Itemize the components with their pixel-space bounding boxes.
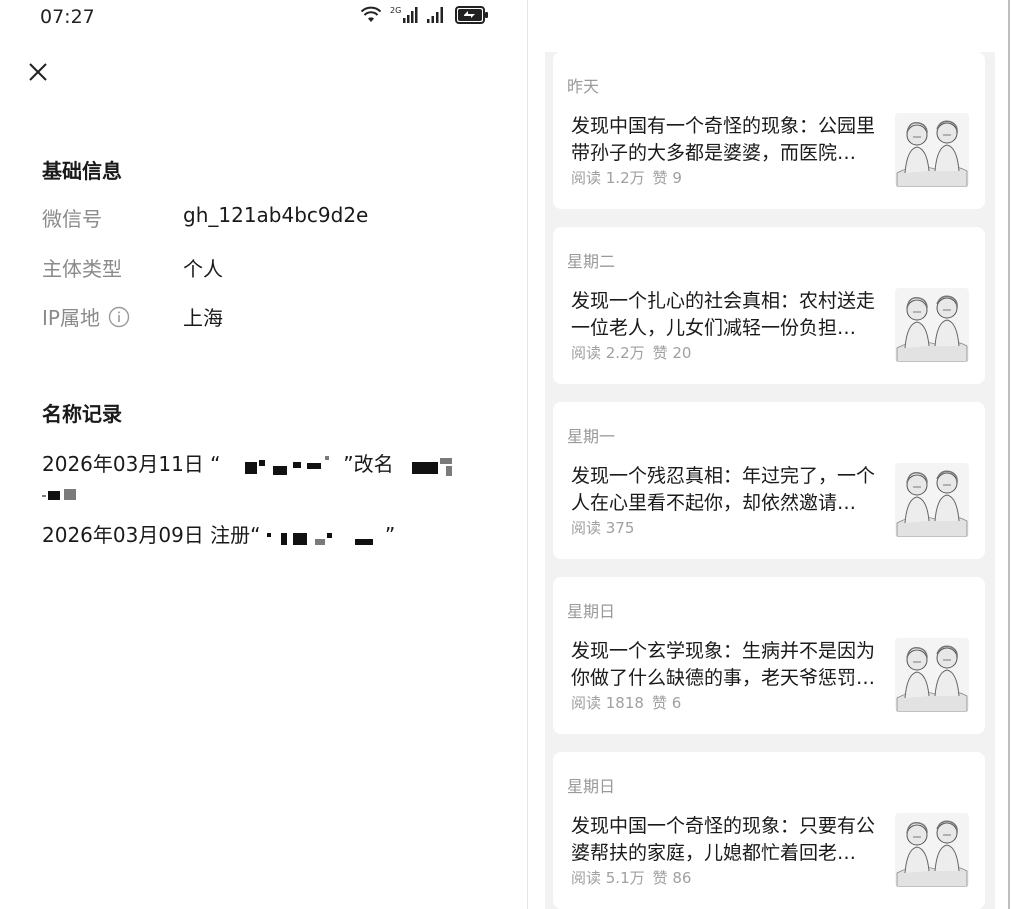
ip-location-label: IP属地: [42, 306, 100, 330]
article-card[interactable]: 星期二 发现一个扎心的社会真相：农村送走一位老人，儿女们减轻一份负担… 阅读 2…: [553, 227, 985, 384]
article-date: 星期日: [567, 777, 616, 796]
battery-saver-icon: [455, 6, 489, 24]
record-register-prefix: 2026年03月09日 注册“: [42, 523, 261, 547]
redacted-register-name: [266, 527, 385, 547]
ip-location-label-wrap: IP属地: [42, 302, 130, 331]
article-card[interactable]: 星期一 发现一个残忍真相：年过完了，一个人在心里看不起你，却依然邀请… 阅读 3…: [553, 402, 985, 559]
article-thumbnail[interactable]: [895, 463, 969, 537]
article-date: 星期一: [567, 427, 616, 446]
article-title[interactable]: 发现一个残忍真相：年过完了，一个人在心里看不起你，却依然邀请…: [571, 463, 883, 517]
article-date: 昨天: [567, 77, 600, 96]
article-title[interactable]: 发现一个扎心的社会真相：农村送走一位老人，儿女们减轻一份负担…: [571, 288, 883, 342]
signal-2g-icon: 2G: [390, 7, 419, 23]
elderly-couple-illustration-icon: [895, 288, 969, 362]
elderly-couple-illustration-icon: [895, 113, 969, 187]
article-card[interactable]: 星期日 发现一个玄学现象：生病并不是因为你做了什么缺德的事，老天爷惩罚… 阅读 …: [553, 577, 985, 734]
article-title[interactable]: 发现中国一个奇怪的现象：只要有公婆帮扶的家庭，儿媳都忙着回老…: [571, 813, 883, 867]
basic-info-title: 基础信息: [42, 159, 122, 183]
article-card[interactable]: 昨天 发现中国有一个奇怪的现象：公园里带孙子的大多都是婆婆，而医院… 阅读 1.…: [553, 52, 985, 209]
record-rename-prefix: 2026年03月11日 “: [42, 452, 221, 476]
article-stats: 阅读 2.2万赞 20: [571, 342, 691, 363]
article-reads: 阅读 375: [571, 519, 635, 537]
article-thumbnail[interactable]: [895, 638, 969, 712]
ip-location-value: 上海: [183, 306, 223, 330]
name-records-title: 名称记录: [42, 402, 122, 426]
record-rename-middle: ”改名: [343, 452, 394, 476]
close-button[interactable]: [24, 58, 52, 86]
redacted-new-name: [400, 456, 460, 476]
network-type-label: 2G: [390, 6, 402, 15]
elderly-couple-illustration-icon: [895, 813, 969, 887]
article-stats: 阅读 1818 赞 6: [571, 692, 681, 713]
wechat-id-label: 微信号: [42, 207, 102, 231]
elderly-couple-illustration-icon: [895, 638, 969, 712]
entity-type-label: 主体类型: [42, 257, 122, 281]
article-title[interactable]: 发现一个玄学现象：生病并不是因为你做了什么缺德的事，老天爷惩罚…: [571, 638, 883, 692]
article-date: 星期二: [567, 252, 616, 271]
right-edge-border: [1008, 0, 1010, 909]
article-title[interactable]: 发现中国有一个奇怪的现象：公园里带孙子的大多都是婆婆，而医院…: [571, 113, 883, 167]
article-reads: 阅读 2.2万: [571, 344, 645, 362]
entity-type-row: 主体类型 个人: [42, 253, 502, 281]
article-card[interactable]: 星期日 发现中国一个奇怪的现象：只要有公婆帮扶的家庭，儿媳都忙着回老… 阅读 5…: [553, 752, 985, 909]
redacted-old-name: [227, 455, 337, 476]
wechat-id-row: 微信号 gh_121ab4bc9d2e: [42, 203, 502, 231]
redacted-new-name-overflow: [42, 487, 92, 503]
article-reads: 阅读 1818: [571, 694, 644, 712]
article-reads: 阅读 5.1万: [571, 869, 645, 887]
article-likes: 赞 86: [652, 869, 692, 887]
ip-location-row: IP属地 上海: [42, 302, 502, 330]
article-stats: 阅读 5.1万赞 86: [571, 867, 691, 888]
article-thumbnail[interactable]: [895, 113, 969, 187]
wifi-icon: [360, 6, 382, 22]
article-likes: 赞 20: [652, 344, 692, 362]
name-record-rename: 2026年03月11日 “ ”改名: [42, 448, 460, 477]
status-time: 07:27: [40, 6, 95, 28]
status-icons: 2G: [360, 6, 489, 24]
article-thumbnail[interactable]: [895, 288, 969, 362]
record-register-suffix: ”: [384, 523, 396, 547]
name-record-register: 2026年03月09日 注册“ ”: [42, 519, 395, 548]
article-date: 星期日: [567, 602, 616, 621]
wechat-id-value: gh_121ab4bc9d2e: [183, 203, 369, 227]
article-reads: 阅读 1.2万: [571, 169, 645, 187]
entity-type-value: 个人: [183, 257, 223, 281]
article-stats: 阅读 1.2万赞 9: [571, 167, 682, 188]
article-likes: 赞 6: [651, 694, 682, 712]
article-stats: 阅读 375: [571, 517, 634, 538]
info-icon[interactable]: [108, 306, 130, 328]
signal-icon: [427, 7, 444, 23]
article-likes: 赞 9: [652, 169, 682, 187]
elderly-couple-illustration-icon: [895, 463, 969, 537]
article-thumbnail[interactable]: [895, 813, 969, 887]
